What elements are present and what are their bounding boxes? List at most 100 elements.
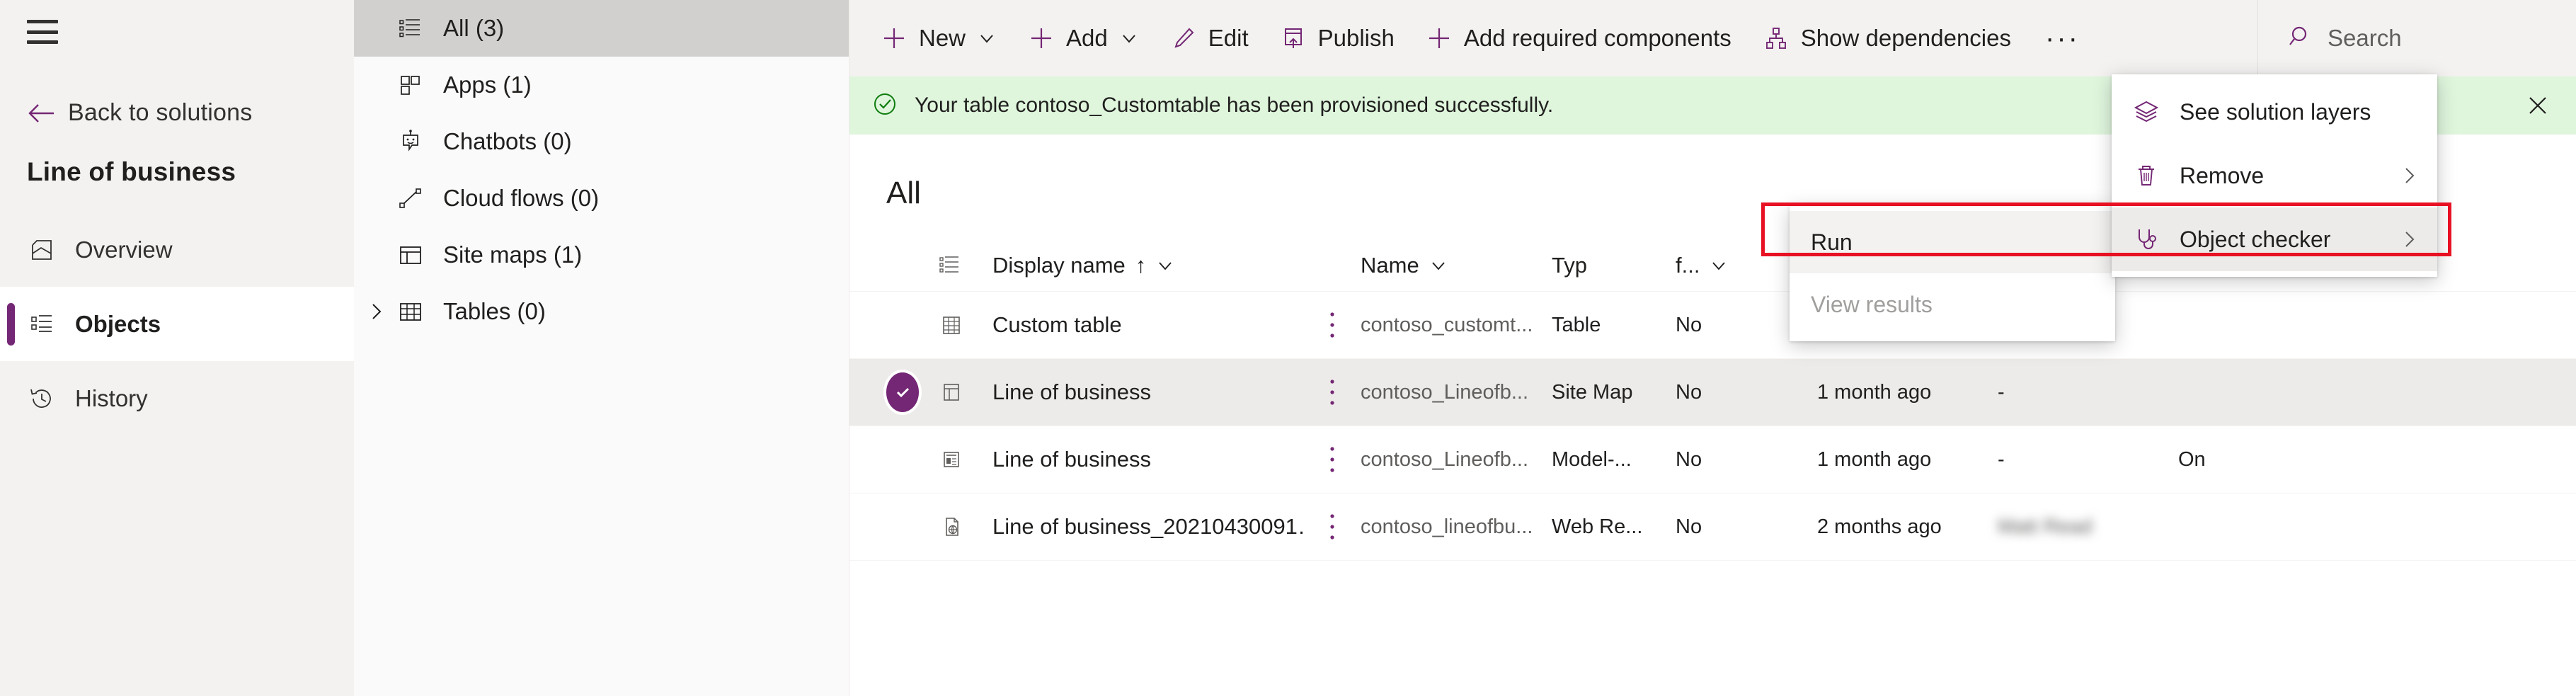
plus-icon [1028,25,1055,52]
row-actions-menu-icon[interactable] [1304,309,1361,341]
chevron-right-icon[interactable] [365,300,388,323]
tree-item-tables[interactable]: Tables (0) [354,283,849,340]
row-managed: No [1676,515,1817,539]
row-display-name: Custom table [992,312,1304,338]
row-modified: 2 months ago [1817,515,1998,539]
solution-title: Line of business [27,157,236,187]
object-type-tree: All (3) Apps (1) [354,0,849,696]
objects-list-icon [27,309,57,339]
left-rail: Back to solutions Line of business Overv… [0,0,354,696]
row-actions-menu-icon[interactable] [1304,510,1361,543]
row-display-name: Line of business [992,380,1304,405]
row-type: Model-... [1552,448,1676,472]
new-button-label: New [919,25,966,52]
row-type: Table [1552,314,1676,337]
close-icon[interactable] [2524,91,2552,120]
add-required-components-button[interactable]: Add required components [1410,0,1747,76]
table-row[interactable]: Custom table contoso_customt... Table No… [849,292,2576,359]
sidebar-item-objects[interactable]: Objects [0,287,354,361]
column-header-display-name-label: Display name [992,253,1126,278]
cloud-flow-icon [396,184,425,212]
row-owner: Matt Read [1998,515,2178,539]
app-root: Back to solutions Line of business Overv… [0,0,2576,696]
tree-item-all[interactable]: All (3) [354,0,849,57]
submenu-item-view-results: View results [1790,273,2115,336]
sidebar-item-overview[interactable]: Overview [0,212,354,287]
row-name: contoso_Lineofb... [1361,448,1552,472]
column-header-type[interactable]: Typ [1552,253,1676,278]
web-resource-icon [937,513,992,541]
row-type: Web Re... [1552,515,1676,539]
layers-icon [2131,97,2161,127]
edit-button[interactable]: Edit [1155,0,1264,76]
show-dependencies-button[interactable]: Show dependencies [1747,0,2027,76]
back-to-solutions-label: Back to solutions [68,99,252,127]
tree-item-apps-label: Apps (1) [443,72,532,98]
row-display-name: Line of business_20210430091… [992,514,1304,540]
show-dependencies-label: Show dependencies [1801,25,2011,52]
chevron-down-icon[interactable] [1156,256,1174,275]
chevron-right-icon [2399,229,2420,250]
submenu-item-run[interactable]: Run [1790,211,2115,273]
chevron-right-icon [2399,165,2420,186]
row-modified: 1 month ago [1817,381,1998,404]
back-to-solutions-link[interactable]: Back to solutions [27,99,252,127]
pencil-icon [1170,25,1197,52]
menu-item-remove[interactable]: Remove [2112,144,2437,207]
table-row[interactable]: Line of business_20210430091… contoso_li… [849,494,2576,561]
tree-item-tables-label: Tables (0) [443,298,546,325]
chevron-down-icon[interactable] [1429,256,1448,275]
add-button[interactable]: Add [1012,0,1155,76]
list-select-icon[interactable] [937,252,992,279]
sort-ascending-icon: ↑ [1135,253,1147,278]
menu-item-object-checker-label: Object checker [2180,227,2381,253]
history-clock-icon [27,384,57,413]
chevron-down-icon[interactable] [1710,256,1728,275]
stethoscope-icon [2131,224,2161,254]
tree-item-cloud-flows[interactable]: Cloud flows (0) [354,170,849,227]
overflow-menu-button[interactable]: ··· [2027,0,2098,76]
chevron-down-icon [977,28,997,48]
row-type: Site Map [1552,381,1676,404]
row-actions-menu-icon[interactable] [1304,376,1361,409]
column-header-display-name[interactable]: Display name ↑ [992,253,1304,278]
chatbot-icon [396,127,425,156]
menu-item-object-checker[interactable]: Object checker [2112,207,2437,271]
plus-icon [1426,25,1453,52]
list-icon [396,14,425,42]
row-name: contoso_Lineofb... [1361,381,1552,404]
table-row[interactable]: Line of business contoso_Lineofb... Site… [849,359,2576,426]
tree-item-chatbots-label: Chatbots (0) [443,128,572,155]
column-header-managed-label: f... [1676,253,1700,278]
search-input[interactable]: Search [2257,0,2576,76]
tree-item-apps[interactable]: Apps (1) [354,57,849,113]
sitemap-icon [396,241,425,269]
row-status: On [2178,448,2320,472]
row-display-name: Line of business [992,447,1304,472]
row-managed: No [1676,381,1817,404]
publish-button[interactable]: Publish [1264,0,1410,76]
trash-icon [2131,161,2161,190]
notification-message: Your table contoso_Customtable has been … [915,93,1553,118]
column-header-name[interactable]: Name [1361,253,1552,278]
add-required-components-label: Add required components [1464,25,1731,52]
row-actions-menu-icon[interactable] [1304,443,1361,476]
tree-item-site-maps[interactable]: Site maps (1) [354,227,849,283]
object-checker-submenu: Run View results [1790,205,2115,341]
row-select-checkbox[interactable] [886,372,937,412]
tree-item-chatbots[interactable]: Chatbots (0) [354,113,849,170]
model-app-icon [937,445,992,474]
table-row[interactable]: Line of business contoso_Lineofb... Mode… [849,426,2576,494]
apps-grid-icon [396,71,425,99]
sidebar-item-history[interactable]: History [0,361,354,435]
menu-item-see-solution-layers[interactable]: See solution layers [2112,80,2437,144]
dependencies-icon [1763,25,1790,52]
search-placeholder: Search [2328,25,2402,52]
selection-indicator [7,303,15,346]
chevron-down-icon [1119,28,1139,48]
rail-nav-list: Overview Objects [0,212,354,435]
hamburger-icon[interactable] [27,20,58,44]
publish-button-label: Publish [1318,25,1395,52]
command-bar: New Add Edit [849,0,2576,76]
new-button[interactable]: New [865,0,1012,76]
